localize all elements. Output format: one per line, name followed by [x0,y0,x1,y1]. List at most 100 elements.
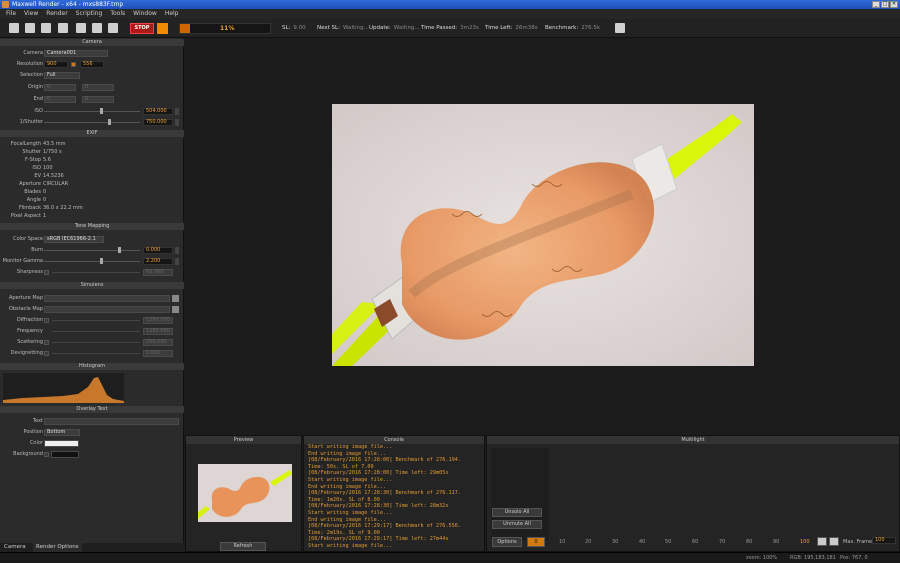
frame-timeline[interactable]: 10 20 30 40 50 60 70 80 90 100 [555,536,815,548]
iso-slider-knob[interactable] [100,108,103,114]
image-icon[interactable] [76,23,86,33]
gamma-input[interactable]: 2.200 [143,258,173,265]
console-line: Start writing image file... [308,542,393,549]
diffraction-slider[interactable] [52,320,140,321]
scattering-slider[interactable] [52,342,140,343]
obstacle-map-input[interactable] [44,306,170,313]
snapshot-icon[interactable] [58,23,68,33]
burn-input[interactable]: 0.000 [143,247,173,254]
colorspace-select[interactable]: sRGB IEC61966-2.1 [44,236,104,243]
exif-row: Shutter 1/750 s [0,149,184,157]
overlay-position-select[interactable]: Bottom [44,429,80,436]
snapshot-save-icon[interactable] [615,23,625,33]
gamma-slider-knob[interactable] [100,258,103,264]
scattering-input[interactable]: 250.000 [143,339,173,346]
overlay-color-swatch[interactable] [44,440,79,447]
iso-spinner[interactable] [175,108,179,115]
exif-row: EV 14.5236 [0,173,184,181]
minimize-button[interactable]: _ [872,1,880,8]
resolution-height-input[interactable]: 556 [80,61,104,68]
shutter-spinner[interactable] [175,119,179,126]
frequency-slider[interactable] [52,331,140,332]
open-icon[interactable] [9,23,19,33]
diffraction-label: Diffraction [16,317,43,323]
stop-button[interactable]: STOP [130,23,154,34]
current-frame-input[interactable]: 0 [527,537,545,547]
origin-x-input[interactable]: 0 [44,84,76,91]
selection-select[interactable]: Full [44,72,80,79]
diffraction-input[interactable]: 1250.000 [143,317,173,324]
max-frames-input[interactable]: 100 [872,537,896,544]
sharpness-checkbox[interactable] [44,270,49,275]
overlay-background-checkbox[interactable] [44,452,49,457]
devignetting-slider[interactable] [52,353,140,354]
diffraction-checkbox[interactable] [44,318,49,323]
menu-view[interactable]: View [20,9,42,19]
devignetting-input[interactable]: 0.000 [143,350,173,357]
resolution-width-input[interactable]: 900 [44,61,68,68]
menu-render[interactable]: Render [42,9,71,19]
end-y-input[interactable]: 0 [82,96,114,103]
update-stat: Update: Waiting... [369,25,420,31]
tab-render-options[interactable]: Render Options [33,543,82,552]
iso-input[interactable]: 504.000 [143,108,173,115]
gamma-slider[interactable] [44,261,140,262]
shutter-slider[interactable] [44,122,140,123]
burn-spinner[interactable] [175,247,179,254]
play-icon[interactable] [829,537,839,546]
overlay-position-label: Position [23,429,43,435]
menu-scripting[interactable]: Scripting [72,9,107,19]
devignetting-checkbox[interactable] [44,351,49,356]
render-settings-icon[interactable] [41,23,51,33]
render-viewport[interactable] [185,38,900,434]
sharpness-row: Sharpness 60.000 [0,268,184,277]
shutter-input[interactable]: 750.000 [143,119,173,126]
console-line: [08/February/2016 17:29:17] Time left: 2… [308,536,449,543]
frequency-input[interactable]: 1250.000 [143,328,173,335]
console-line: Time: 1m20s. SL of 8.00 [308,496,380,503]
unmute-all-button[interactable]: Unmute All [492,520,542,529]
unsolo-all-button[interactable]: Unsolo All [492,508,542,517]
gamma-row: Monitor Gamma 2.200 [0,257,184,266]
overlay-background-swatch[interactable] [51,451,79,458]
iso-slider[interactable] [44,111,140,112]
gamma-spinner[interactable] [175,258,179,265]
console-line: End writing image file... [308,516,387,523]
sharpness-input[interactable]: 60.000 [143,269,173,276]
refresh-button[interactable]: Refresh [220,542,266,551]
end-x-input[interactable]: 0 [44,96,76,103]
time-left-label: Time Left: [485,25,513,31]
origin-y-input[interactable]: 0 [82,84,114,91]
options-button[interactable]: Options [492,537,522,547]
histogram-section-header: Histogram [0,363,184,370]
sharpness-slider[interactable] [52,272,140,273]
camera-select[interactable]: Camera001 [44,50,108,57]
pause-icon[interactable] [157,23,168,34]
network-icon[interactable] [108,23,118,33]
obstacle-folder-icon[interactable] [172,306,179,313]
scattering-checkbox[interactable] [44,340,49,345]
aperture-folder-icon[interactable] [172,295,179,302]
benchmark-label: Benchmark: [545,25,579,31]
save-icon[interactable] [25,23,35,33]
time-left-value: 26m38s [515,25,538,31]
exif-row: Blades 0 [0,189,184,197]
menu-help[interactable]: Help [161,9,183,19]
burn-slider-knob[interactable] [118,247,121,253]
menu-window[interactable]: Window [129,9,161,19]
overlay-text-input[interactable] [44,418,179,425]
maximize-button[interactable]: □ [881,1,889,8]
first-frame-icon[interactable] [817,537,827,546]
menu-file[interactable]: File [2,9,20,19]
resume-icon[interactable] [92,23,102,33]
exif-row: Angle 0 [0,197,184,205]
aperture-map-row: Aperture Map [0,294,184,303]
burn-slider[interactable] [44,250,140,251]
close-button[interactable]: ✕ [890,1,898,8]
shutter-slider-knob[interactable] [108,119,111,125]
tab-camera[interactable]: Camera [4,543,26,552]
aperture-map-input[interactable] [44,295,170,302]
lock-ratio-icon[interactable] [71,62,76,67]
menu-tools[interactable]: Tools [106,9,129,19]
console-line: Time: 50s. SL of 7.00 [308,463,374,470]
